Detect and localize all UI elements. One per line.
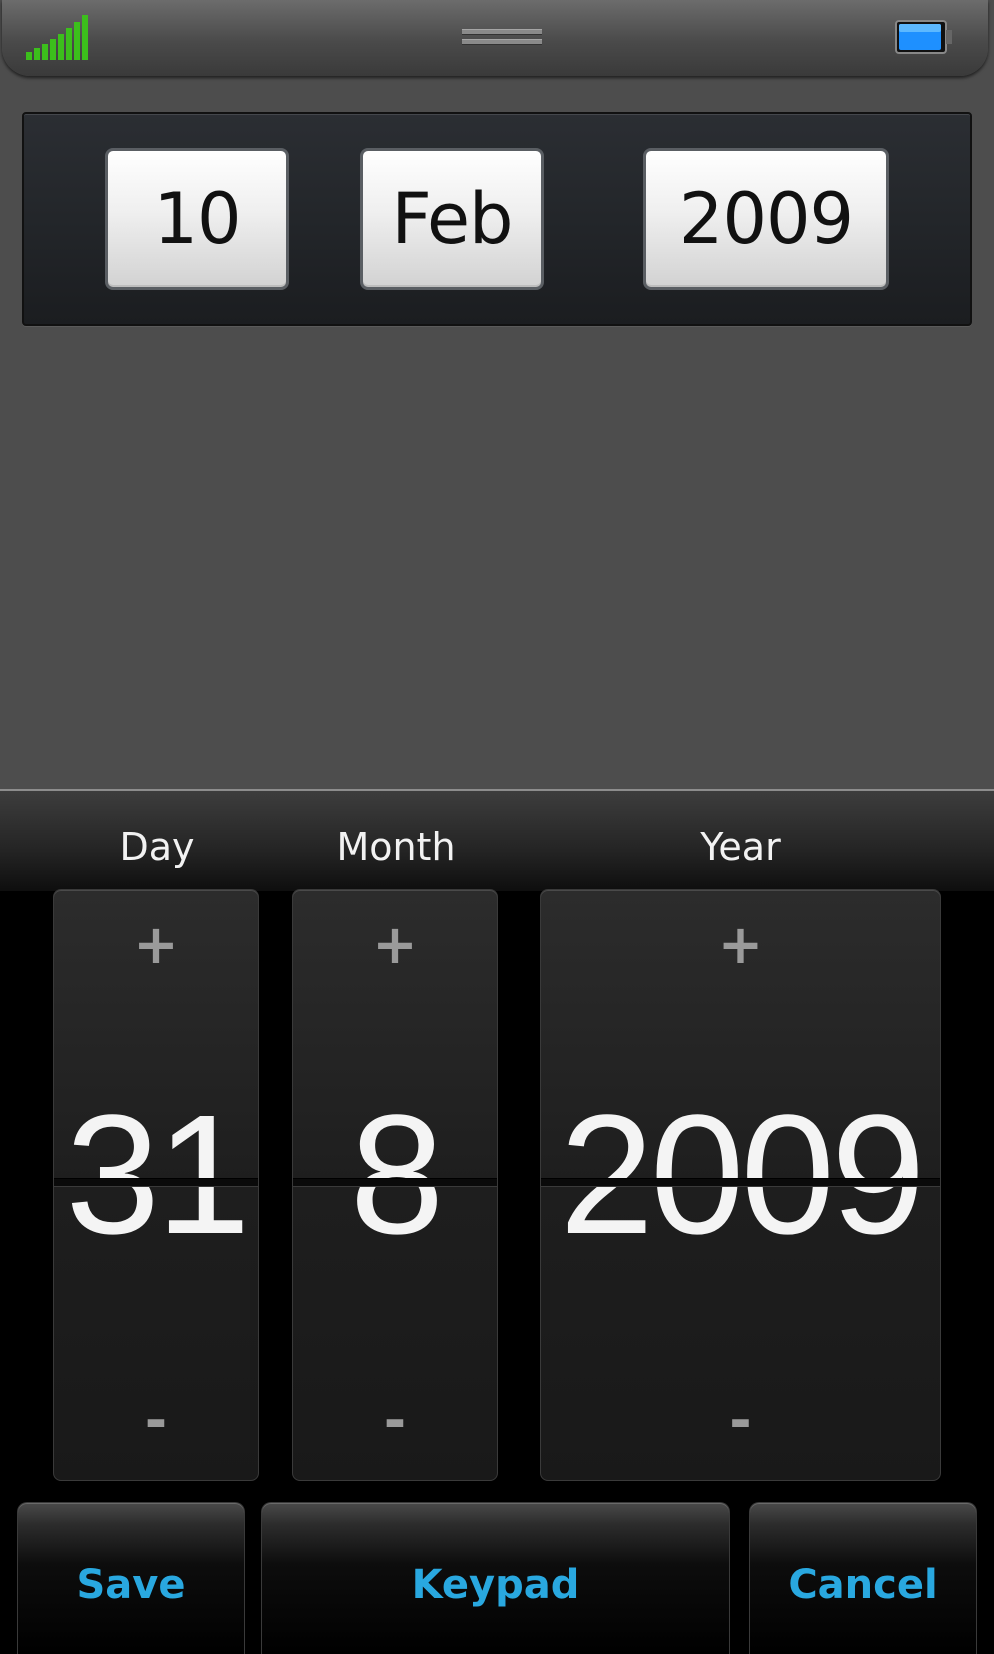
date-picker-screen: 10 Feb 2009 Day Month Year + 31 - + 8 - (0, 0, 994, 1654)
month-flip-divider (293, 1178, 497, 1187)
year-decrement-button[interactable]: - (541, 1394, 940, 1448)
cancel-button-label: Cancel (788, 1561, 938, 1608)
drag-handle-icon[interactable] (462, 29, 542, 47)
year-flip-divider (541, 1178, 940, 1187)
selected-day-field[interactable]: 10 (105, 148, 289, 290)
selected-month-field[interactable]: Feb (360, 148, 544, 290)
status-bar (2, 0, 988, 76)
year-increment-button[interactable]: + (541, 918, 940, 972)
day-flip-divider (54, 1178, 258, 1187)
date-picker: Day Month Year + 31 - + 8 - + 2009 - Sav… (0, 789, 994, 1654)
column-header-band: Day Month Year (0, 791, 994, 891)
month-increment-button[interactable]: + (293, 918, 497, 972)
month-decrement-button[interactable]: - (293, 1394, 497, 1448)
month-spinner[interactable]: + 8 - (292, 889, 498, 1481)
selected-year-field[interactable]: 2009 (643, 148, 889, 290)
day-spinner-value: 31 (65, 1080, 250, 1270)
keypad-button[interactable]: Keypad (261, 1502, 730, 1654)
selected-day-value: 10 (153, 178, 241, 260)
keypad-button-label: Keypad (411, 1561, 580, 1608)
day-column-label: Day (119, 825, 195, 869)
signal-strength-icon (26, 15, 88, 60)
day-decrement-button[interactable]: - (54, 1394, 258, 1448)
year-spinner[interactable]: + 2009 - (540, 889, 941, 1481)
day-spinner[interactable]: + 31 - (53, 889, 259, 1481)
save-button[interactable]: Save (17, 1502, 245, 1654)
month-column-label: Month (336, 825, 456, 869)
month-spinner-value: 8 (349, 1080, 445, 1270)
battery-icon (895, 20, 952, 54)
day-increment-button[interactable]: + (54, 918, 258, 972)
year-spinner-value: 2009 (559, 1080, 925, 1270)
save-button-label: Save (76, 1561, 186, 1608)
cancel-button[interactable]: Cancel (749, 1502, 977, 1654)
selected-year-value: 2009 (678, 178, 854, 260)
selected-month-value: Feb (391, 178, 514, 260)
year-column-label: Year (700, 825, 781, 869)
selected-date-panel: 10 Feb 2009 (22, 112, 972, 326)
